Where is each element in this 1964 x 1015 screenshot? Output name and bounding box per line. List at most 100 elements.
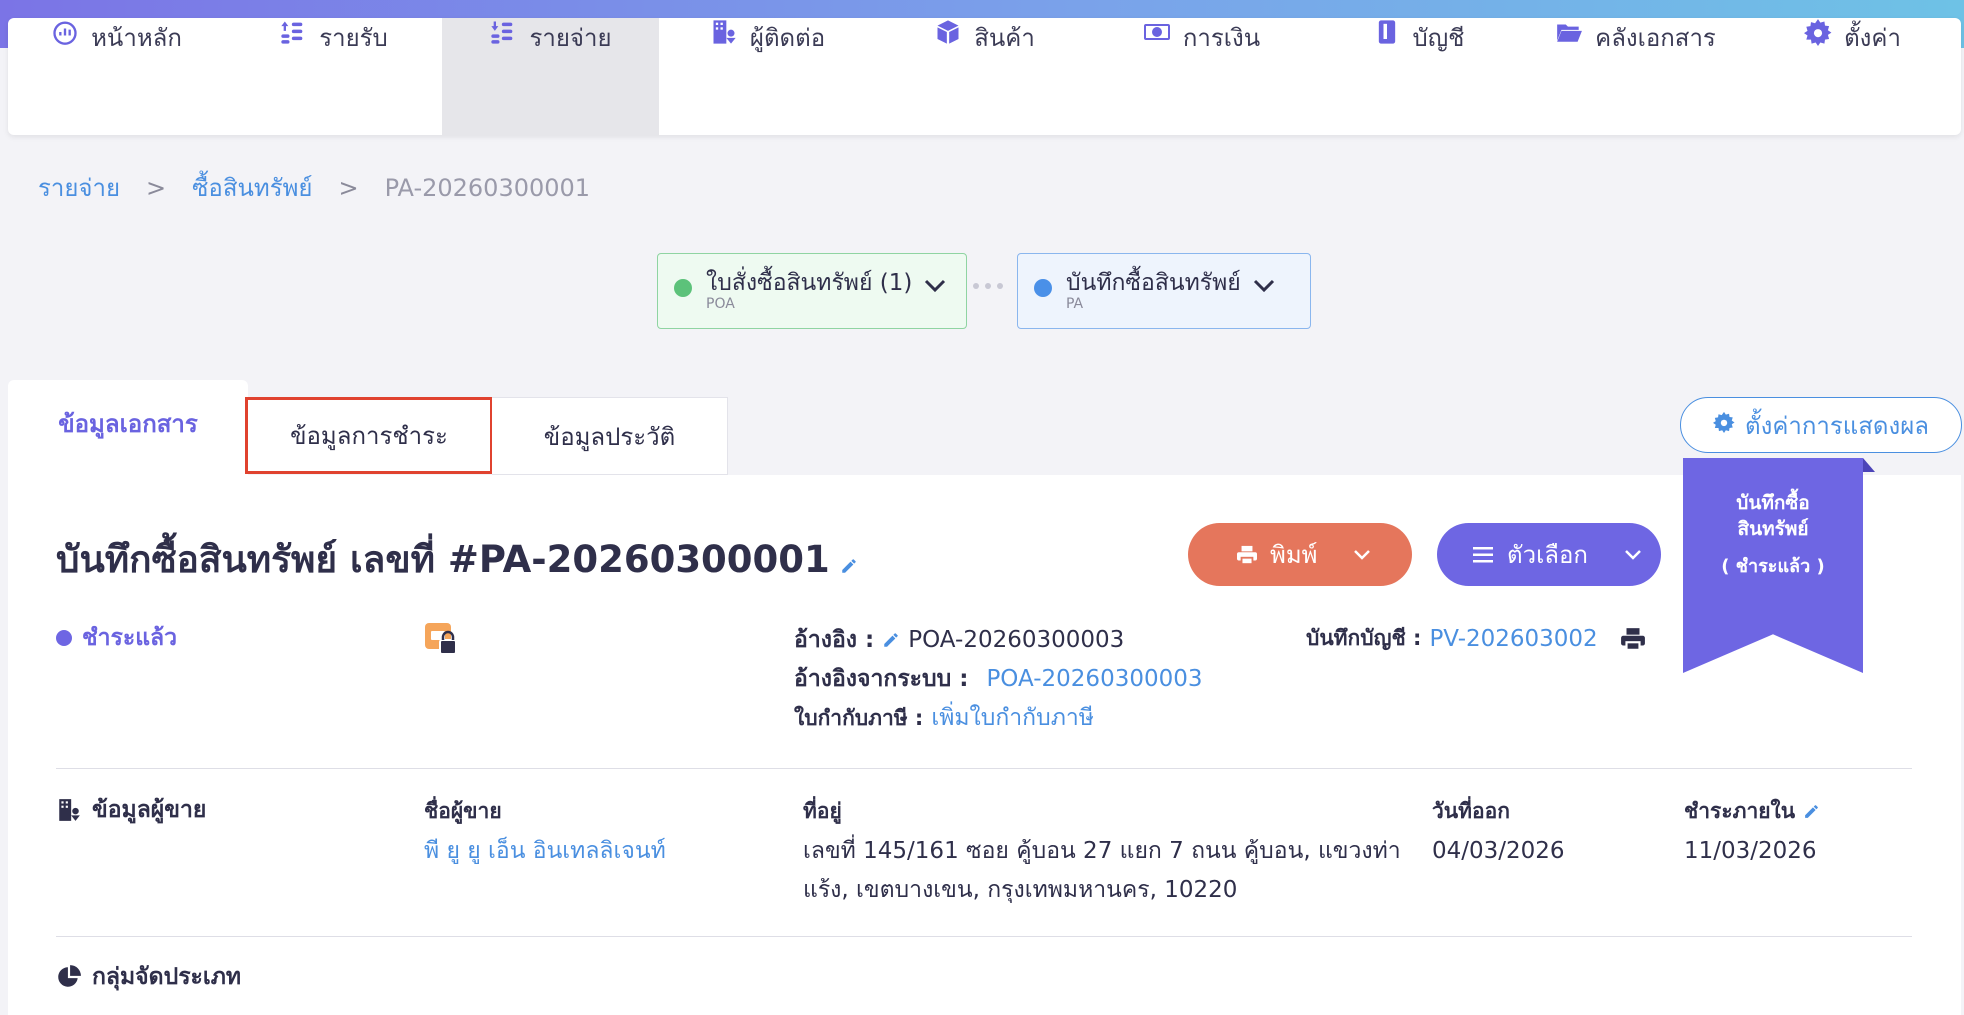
tab-payment-info[interactable]: ข้อมูลการชำระ xyxy=(245,397,493,474)
nav-item-expense[interactable]: รายจ่าย xyxy=(442,18,659,135)
print-button[interactable]: พิมพ์ xyxy=(1188,523,1412,586)
nav-label: รายรับ xyxy=(319,24,388,52)
vendor-name-link[interactable]: พี ยู ยู เอ็น อินเทลลิเจนท์ xyxy=(424,832,666,871)
tax-invoice-row: ใบกำกับภาษี : เพิ่มใบกำกับภาษี xyxy=(794,700,1094,736)
status-text: ชำระแล้ว xyxy=(82,625,178,651)
expense-icon xyxy=(489,18,517,46)
ribbon-fold xyxy=(1863,458,1875,472)
nav-label: บัญชี xyxy=(1412,24,1465,52)
address-label: ที่อยู่ xyxy=(803,799,842,823)
nav-label: คลังเอกสาร xyxy=(1595,24,1716,52)
menu-lines-icon xyxy=(1473,546,1493,564)
divider xyxy=(56,768,1912,769)
issue-date-value: 04/03/2026 xyxy=(1432,838,1565,864)
vendor-section-title: ข้อมูลผู้ขาย xyxy=(56,792,206,828)
status-dot xyxy=(674,279,692,297)
due-label: ชำระภายใน xyxy=(1684,795,1820,828)
ledger-icon xyxy=(1373,18,1401,46)
due-label-text: ชำระภายใน xyxy=(1684,799,1796,823)
ribbon-line: สินทรัพย์ xyxy=(1737,518,1809,540)
section-title-text: ข้อมูลผู้ขาย xyxy=(92,797,207,823)
tab-document-info[interactable]: ข้อมูลเอกสาร xyxy=(8,380,248,480)
tab-history-info[interactable]: ข้อมูลประวัติ xyxy=(492,397,728,475)
system-reference-link[interactable]: POA-20260300003 xyxy=(986,666,1202,692)
nav-label: รายจ่าย xyxy=(529,24,612,52)
chevron-down-icon[interactable] xyxy=(1353,549,1371,561)
nav-item-products[interactable]: สินค้า xyxy=(876,18,1093,135)
status-badge: ชำระแล้ว xyxy=(56,620,177,656)
locked-attachment-icon[interactable] xyxy=(424,622,458,660)
nav-item-settings[interactable]: ตั้งค่า xyxy=(1744,18,1961,135)
gear-icon xyxy=(1804,18,1832,46)
chevron-down-icon[interactable] xyxy=(1253,278,1275,297)
breadcrumb-current: PA-20260300001 xyxy=(384,173,591,202)
printer-icon[interactable] xyxy=(1620,627,1646,651)
journal-row: บันทึกบัญชี : PV-202603002 xyxy=(1306,622,1646,655)
flow-step-purchase-order[interactable]: ใบสั่งซื้อสินทรัพย์ (1) POA xyxy=(657,253,967,329)
tax-invoice-label: ใบกำกับภาษี : xyxy=(794,705,924,730)
journal-label: บันทึกบัญชี : xyxy=(1306,626,1422,650)
options-label: ตัวเลือก xyxy=(1507,541,1588,569)
flow-step-code: PA xyxy=(1066,296,1084,312)
income-icon xyxy=(279,18,307,46)
breadcrumb: รายจ่าย > ซื้อสินทรัพย์ > PA-20260300001 xyxy=(38,168,590,207)
reference-row: อ้างอิง : POA-20260300003 xyxy=(794,622,1124,658)
print-label: พิมพ์ xyxy=(1270,541,1318,569)
nav-label: ตั้งค่า xyxy=(1844,24,1901,52)
nav-item-documents[interactable]: คลังเอกสาร xyxy=(1527,18,1744,135)
nav-item-contacts[interactable]: ผู้ติดต่อ xyxy=(659,18,876,135)
chevron-down-icon[interactable] xyxy=(924,278,946,297)
ribbon-line: บันทึกซื้อ xyxy=(1736,492,1810,514)
breadcrumb-separator: > xyxy=(338,173,359,202)
add-tax-invoice-link[interactable]: เพิ่มใบกำกับภาษี xyxy=(931,700,1094,736)
printer-icon xyxy=(1236,545,1258,565)
flow-step-label: บันทึกซื้อสินทรัพย์ xyxy=(1066,270,1241,296)
product-box-icon xyxy=(934,18,962,46)
flow-step-label: ใบสั่งซื้อสินทรัพย์ (1) xyxy=(706,270,913,296)
reference-label: อ้างอิง : xyxy=(794,627,875,653)
page-title: บันทึกซื้อสินทรัพย์ เลขที่ #PA-202603000… xyxy=(56,538,830,581)
divider xyxy=(56,936,1912,937)
edit-pencil-icon[interactable] xyxy=(882,631,900,649)
document-title: บันทึกซื้อสินทรัพย์ เลขที่ #PA-202603000… xyxy=(56,530,858,589)
chevron-down-icon[interactable] xyxy=(1624,549,1642,561)
reference-value: POA-20260300003 xyxy=(908,627,1125,653)
display-settings-label: ตั้งค่าการแสดงผล xyxy=(1745,411,1929,440)
address-line: แร้ง, เขตบางเขน, กรุงเทพมหานคร, 10220 xyxy=(803,877,1238,903)
options-button[interactable]: ตัวเลือก xyxy=(1437,523,1661,586)
flow-connector xyxy=(973,283,1003,289)
edit-pencil-icon[interactable] xyxy=(840,557,858,575)
due-date-value: 11/03/2026 xyxy=(1684,838,1817,864)
pie-chart-icon xyxy=(56,964,82,990)
nav-item-finance[interactable]: การเงิน xyxy=(1093,18,1310,135)
breadcrumb-expense-link[interactable]: รายจ่าย xyxy=(38,168,120,207)
edit-pencil-icon[interactable] xyxy=(1803,803,1820,820)
address-line: เลขที่ 145/161 ซอย คู้บอน 27 แยก 7 ถนน ค… xyxy=(803,838,1401,864)
money-icon xyxy=(1143,18,1171,46)
display-settings-button[interactable]: ตั้งค่าการแสดงผล xyxy=(1680,397,1962,453)
nav-item-home[interactable]: หน้าหลัก xyxy=(8,18,225,135)
gear-icon xyxy=(1713,411,1735,439)
main-nav: หน้าหลัก รายรับ รายจ่าย ผู้ติดต่อ สินค้า… xyxy=(8,18,1961,135)
folder-icon xyxy=(1555,18,1583,46)
breadcrumb-separator: > xyxy=(146,173,167,202)
status-dot xyxy=(1034,279,1052,297)
tab-label: ข้อมูลการชำระ xyxy=(290,422,448,450)
vendor-name-label: ชื่อผู้ขาย xyxy=(424,799,502,823)
breadcrumb-asset-purchase-link[interactable]: ซื้อสินทรัพย์ xyxy=(192,168,312,207)
tab-label: ข้อมูลเอกสาร xyxy=(58,409,198,438)
status-dot xyxy=(56,630,72,646)
nav-item-accounts[interactable]: บัญชี xyxy=(1310,18,1527,135)
nav-label: ผู้ติดต่อ xyxy=(749,24,826,52)
ribbon-status: ( ชำระแล้ว ) xyxy=(1721,556,1825,577)
system-reference-label: อ้างอิงจากระบบ : xyxy=(794,666,969,692)
category-section-title: กลุ่มจัดประเภท xyxy=(56,959,241,995)
flow-step-purchase-record[interactable]: บันทึกซื้อสินทรัพย์ PA xyxy=(1017,253,1311,329)
section-title-text: กลุ่มจัดประเภท xyxy=(92,964,242,990)
tab-label: ข้อมูลประวัติ xyxy=(543,422,676,451)
dashboard-icon xyxy=(51,18,79,46)
nav-item-income[interactable]: รายรับ xyxy=(225,18,442,135)
nav-label: สินค้า xyxy=(974,24,1035,52)
issue-date-label: วันที่ออก xyxy=(1432,799,1510,823)
journal-link[interactable]: PV-202603002 xyxy=(1429,626,1597,652)
